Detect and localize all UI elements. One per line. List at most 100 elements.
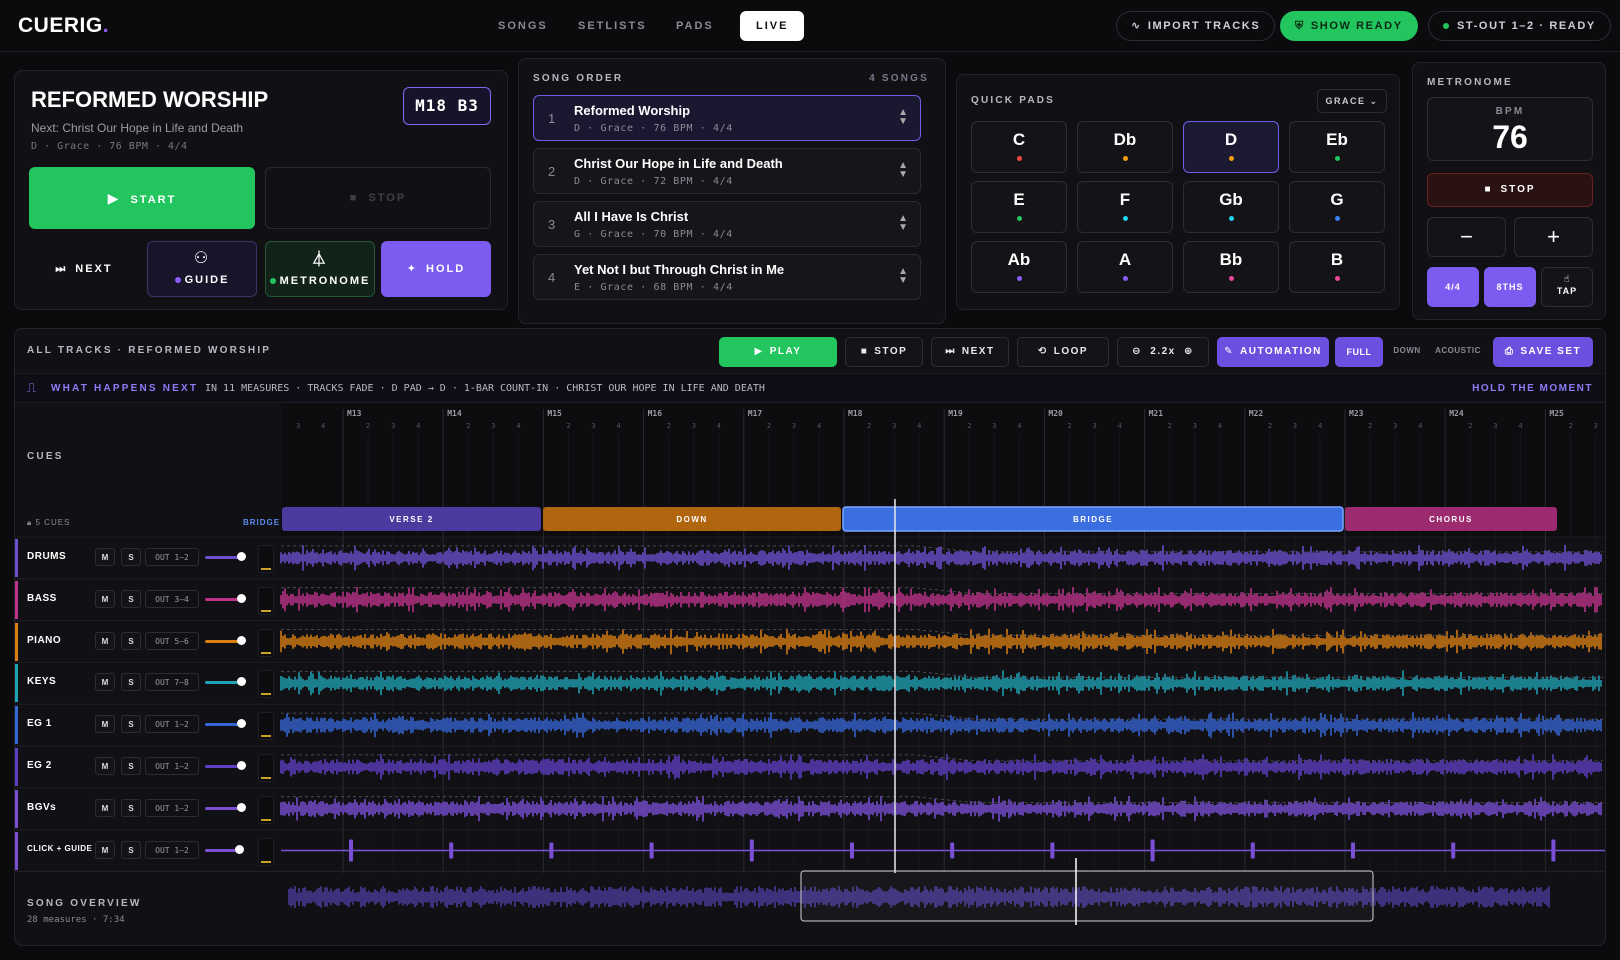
play-button[interactable]: ▶ PLAY <box>719 337 837 367</box>
solo-button[interactable]: S <box>121 673 141 692</box>
cue-verse-2[interactable]: VERSE 2 <box>282 507 541 531</box>
volume-slider[interactable] <box>205 639 241 643</box>
output-select[interactable]: OUT 1–2 <box>145 840 199 859</box>
volume-slider[interactable] <box>205 681 241 685</box>
volume-knob[interactable] <box>237 719 247 729</box>
volume-knob[interactable] <box>237 677 247 687</box>
transport-next-button[interactable]: ⏭ NEXT <box>931 337 1009 367</box>
pad-b[interactable]: B <box>1289 241 1385 293</box>
arrangement-full-button[interactable]: FULL <box>1335 337 1383 367</box>
subdivision-button[interactable]: 8THS <box>1484 267 1536 307</box>
volume-slider[interactable] <box>205 806 241 810</box>
show-ready-button[interactable]: ⛨ SHOW READY <box>1280 11 1418 41</box>
song-item[interactable]: 1 Reformed Worship D · Grace · 76 BPM · … <box>533 95 921 141</box>
volume-knob[interactable] <box>237 635 247 645</box>
start-button[interactable]: ▶ START <box>29 167 255 229</box>
output-select[interactable]: OUT 1–2 <box>145 757 199 775</box>
bpm-increase-button[interactable]: + <box>1514 217 1593 257</box>
tab-pads[interactable]: PADS <box>660 11 730 41</box>
output-select[interactable]: OUT 5–6 <box>145 631 199 650</box>
tab-live[interactable]: LIVE <box>740 11 805 41</box>
transport-stop-button[interactable]: ■ STOP <box>845 337 923 367</box>
volume-knob[interactable] <box>235 844 245 854</box>
volume-knob[interactable] <box>237 552 247 561</box>
mute-button[interactable]: M <box>95 840 115 859</box>
cue-chorus[interactable]: CHORUS <box>1345 507 1557 531</box>
zoom-out-icon[interactable]: ⊖ <box>1132 346 1142 357</box>
mute-button[interactable]: M <box>95 715 115 734</box>
arrangement-down-button[interactable]: DOWN <box>1387 337 1427 367</box>
tap-tempo-button[interactable]: ☝ TAP <box>1541 267 1593 307</box>
output-select[interactable]: OUT 1–2 <box>145 548 199 566</box>
solo-button[interactable]: S <box>121 798 141 817</box>
solo-button[interactable]: S <box>121 631 141 650</box>
reorder-icon[interactable]: ▲ ▼ <box>898 108 908 127</box>
tab-songs[interactable]: SONGS <box>482 11 564 41</box>
automation-button[interactable]: ✎ AUTOMATION <box>1217 337 1329 367</box>
reorder-icon[interactable]: ▲ ▼ <box>898 161 908 180</box>
output-status[interactable]: ST-OUT 1–2 · READY <box>1428 11 1611 41</box>
mute-button[interactable]: M <box>95 631 115 650</box>
volume-knob[interactable] <box>237 761 247 770</box>
mute-button[interactable]: M <box>95 589 115 608</box>
loop-button[interactable]: ⟲ LOOP <box>1017 337 1109 367</box>
pad-set-dropdown[interactable]: GRACE ⌄ <box>1317 89 1387 113</box>
volume-slider[interactable] <box>205 765 241 768</box>
mute-button[interactable]: M <box>95 548 115 566</box>
solo-button[interactable]: S <box>121 757 141 775</box>
solo-button[interactable]: S <box>121 840 141 859</box>
output-select[interactable]: OUT 1–2 <box>145 715 199 734</box>
tab-setlists[interactable]: SETLISTS <box>562 11 663 41</box>
pad-bb[interactable]: Bb <box>1183 241 1279 293</box>
pad-a[interactable]: A <box>1077 241 1173 293</box>
stop-button[interactable]: ■ STOP <box>265 167 491 229</box>
pad-gb[interactable]: Gb <box>1183 181 1279 233</box>
pad-eb[interactable]: Eb <box>1289 121 1385 173</box>
solo-button[interactable]: S <box>121 715 141 734</box>
pen-icon: ✎ <box>1224 346 1235 357</box>
reorder-icon[interactable]: ▲ ▼ <box>898 267 908 286</box>
metronome-stop-button[interactable]: ■ STOP <box>1427 173 1593 207</box>
pad-key-label: A <box>1118 250 1132 269</box>
pad-c[interactable]: C <box>971 121 1067 173</box>
mute-button[interactable]: M <box>95 798 115 817</box>
guide-button[interactable]: ⚇ GUIDE <box>147 241 257 297</box>
pad-g[interactable]: G <box>1289 181 1385 233</box>
volume-slider[interactable] <box>205 556 241 559</box>
metronome-toggle-button[interactable]: ⏃ METRONOME <box>265 241 375 297</box>
import-tracks-button[interactable]: ∿ IMPORT TRACKS <box>1116 11 1276 41</box>
arrangement-acoustic-button[interactable]: ACOUSTIC <box>1429 337 1487 367</box>
solo-button[interactable]: S <box>121 589 141 608</box>
bpm-decrease-button[interactable]: − <box>1427 217 1506 257</box>
level-meter <box>258 586 274 615</box>
cue-down[interactable]: DOWN <box>543 507 841 531</box>
song-item[interactable]: 2 Christ Our Hope in Life and Death D · … <box>533 148 921 194</box>
volume-slider[interactable] <box>205 597 241 601</box>
output-select[interactable]: OUT 3–4 <box>145 589 199 608</box>
song-item[interactable]: 3 All I Have Is Christ G · Grace · 70 BP… <box>533 201 921 247</box>
output-select[interactable]: OUT 7–8 <box>145 673 199 692</box>
time-signature-button[interactable]: 4/4 <box>1427 267 1479 307</box>
song-item[interactable]: 4 Yet Not I but Through Christ in Me E ·… <box>533 254 921 300</box>
cue-bridge[interactable]: BRIDGE <box>842 506 1344 532</box>
output-select[interactable]: OUT 1–2 <box>145 798 199 817</box>
next-button[interactable]: ⏭ NEXT <box>29 241 139 297</box>
pad-ab[interactable]: Ab <box>971 241 1067 293</box>
mute-button[interactable]: M <box>95 757 115 775</box>
track-color-bar <box>15 789 18 828</box>
solo-button[interactable]: S <box>121 548 141 566</box>
reorder-icon[interactable]: ▲ ▼ <box>898 214 908 233</box>
volume-knob[interactable] <box>237 593 247 603</box>
hold-moment-link[interactable]: HOLD THE MOMENT <box>1472 383 1593 394</box>
zoom-control[interactable]: ⊖ 2.2x ⊕ <box>1117 337 1209 367</box>
volume-knob[interactable] <box>237 802 247 812</box>
pad-e[interactable]: E <box>971 181 1067 233</box>
pad-d[interactable]: D <box>1183 121 1279 173</box>
mute-button[interactable]: M <box>95 673 115 692</box>
volume-slider[interactable] <box>205 723 241 727</box>
pad-f[interactable]: F <box>1077 181 1173 233</box>
hold-button[interactable]: ✦ HOLD <box>381 241 491 297</box>
pad-db[interactable]: Db <box>1077 121 1173 173</box>
zoom-in-icon[interactable]: ⊕ <box>1184 346 1194 357</box>
save-set-button[interactable]: ⎙ SAVE SET <box>1493 337 1593 367</box>
